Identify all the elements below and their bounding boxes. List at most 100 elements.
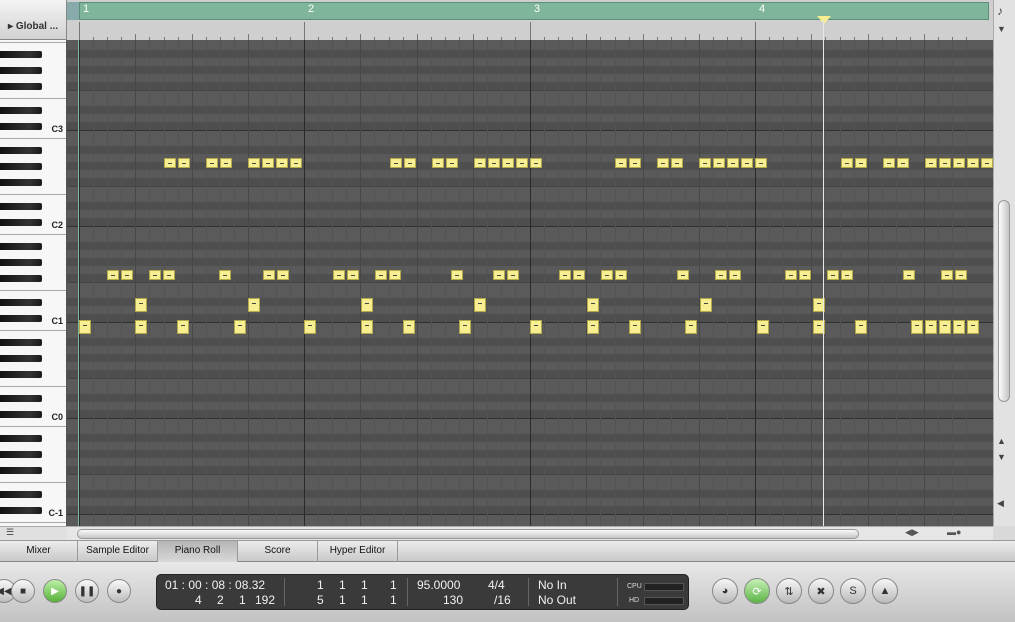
piano-black-key[interactable] (0, 147, 42, 154)
play-button[interactable]: ▶ (43, 579, 67, 603)
midi-note[interactable] (262, 158, 274, 168)
midi-note[interactable] (451, 270, 463, 280)
midi-note[interactable] (953, 158, 965, 168)
bar-ruler[interactable]: 1 2 3 4 (67, 0, 993, 40)
midi-note[interactable] (530, 320, 542, 334)
midi-note[interactable] (573, 270, 585, 280)
midi-note[interactable] (530, 158, 542, 168)
horizontal-scroll-thumb[interactable] (77, 529, 859, 539)
midi-note[interactable] (333, 270, 345, 280)
midi-note[interactable] (474, 158, 486, 168)
midi-note[interactable] (741, 158, 753, 168)
scroll-arrows-icon[interactable]: ◀▶ (905, 527, 919, 538)
local-inspector-toggle-icon[interactable]: ☰ (0, 526, 67, 540)
midi-note[interactable] (488, 158, 500, 168)
piano-black-key[interactable] (0, 51, 42, 58)
piano-black-key[interactable] (0, 451, 42, 458)
stop-button[interactable]: ■ (11, 579, 35, 603)
midi-note[interactable] (248, 298, 260, 312)
midi-note[interactable] (459, 320, 471, 334)
piano-black-key[interactable] (0, 275, 42, 282)
midi-note[interactable] (855, 158, 867, 168)
midi-note[interactable] (755, 158, 767, 168)
piano-keyboard[interactable]: C3 C2 C1 C0 C-1 (0, 40, 67, 526)
midi-note[interactable] (390, 158, 402, 168)
midi-note[interactable] (361, 298, 373, 312)
midi-note[interactable] (967, 158, 979, 168)
midi-note[interactable] (685, 320, 697, 334)
midi-note[interactable] (903, 270, 915, 280)
midi-note[interactable] (713, 158, 725, 168)
piano-black-key[interactable] (0, 435, 42, 442)
piano-black-key[interactable] (0, 371, 42, 378)
midi-note[interactable] (671, 158, 683, 168)
tuner-button[interactable]: ◕ (712, 578, 738, 604)
tab-sample-editor[interactable]: Sample Editor (78, 541, 158, 562)
piano-black-key[interactable] (0, 411, 42, 418)
midi-note[interactable] (277, 270, 289, 280)
midi-note[interactable] (135, 298, 147, 312)
midi-note[interactable] (234, 320, 246, 334)
piano-black-key[interactable] (0, 179, 42, 186)
horizontal-scrollbar[interactable]: ◀▶ ▬● (67, 526, 993, 540)
midi-note[interactable] (757, 320, 769, 334)
piano-black-key[interactable] (0, 219, 42, 226)
playhead-line[interactable] (823, 20, 824, 526)
piano-black-key[interactable] (0, 203, 42, 210)
midi-note[interactable] (657, 158, 669, 168)
vertical-zoom-slider-icon[interactable]: ◀ (997, 498, 1004, 509)
midi-note[interactable] (432, 158, 444, 168)
midi-note[interactable] (677, 270, 689, 280)
transport-display[interactable]: 01 : 00 : 08 : 08.32 4 2 1 192 1 1 1 1 5… (156, 574, 689, 610)
midi-note[interactable] (219, 270, 231, 280)
midi-note[interactable] (955, 270, 967, 280)
midi-note[interactable] (178, 158, 190, 168)
piano-black-key[interactable] (0, 491, 42, 498)
midi-note[interactable] (601, 270, 613, 280)
ruler-scroll-left-button[interactable] (67, 2, 79, 20)
midi-note[interactable] (841, 270, 853, 280)
piano-black-key[interactable] (0, 355, 42, 362)
piano-black-key[interactable] (0, 243, 42, 250)
midi-note[interactable] (493, 270, 505, 280)
midi-note[interactable] (177, 320, 189, 334)
midi-note[interactable] (855, 320, 867, 334)
midi-note[interactable] (941, 270, 953, 280)
horizontal-zoom-slider-icon[interactable]: ▬● (947, 527, 961, 537)
piano-black-key[interactable] (0, 395, 42, 402)
midi-note[interactable] (939, 320, 951, 334)
midi-note[interactable] (587, 320, 599, 334)
tab-mixer[interactable]: Mixer (0, 541, 78, 562)
midi-note[interactable] (841, 158, 853, 168)
midi-note[interactable] (785, 270, 797, 280)
midi-note[interactable] (446, 158, 458, 168)
midi-note[interactable] (925, 158, 937, 168)
midi-note[interactable] (559, 270, 571, 280)
piano-black-key[interactable] (0, 467, 42, 474)
piano-black-key[interactable] (0, 259, 42, 266)
midi-note[interactable] (700, 298, 712, 312)
midi-note[interactable] (981, 158, 993, 168)
vertical-scroll-thumb[interactable] (998, 200, 1010, 402)
midi-note[interactable] (507, 270, 519, 280)
midi-note[interactable] (474, 298, 486, 312)
midi-note[interactable] (163, 270, 175, 280)
midi-note[interactable] (615, 158, 627, 168)
midi-note[interactable] (135, 320, 147, 334)
sync-button[interactable]: S (840, 578, 866, 604)
global-tracks-header[interactable]: ▸ Global ... (0, 0, 67, 40)
midi-note[interactable] (629, 158, 641, 168)
midi-note[interactable] (827, 270, 839, 280)
tab-hyper-editor[interactable]: Hyper Editor (318, 541, 398, 562)
piano-black-key[interactable] (0, 315, 42, 322)
scroll-up-icon[interactable]: ▲ (997, 436, 1006, 446)
cycle-button[interactable]: ⟳ (744, 578, 770, 604)
midi-note[interactable] (799, 270, 811, 280)
midi-note[interactable] (939, 158, 951, 168)
midi-note[interactable] (883, 158, 895, 168)
midi-note[interactable] (516, 158, 528, 168)
tab-piano-roll[interactable]: Piano Roll (158, 541, 238, 562)
midi-note[interactable] (729, 270, 741, 280)
piano-black-key[interactable] (0, 507, 42, 514)
midi-note[interactable] (304, 320, 316, 334)
